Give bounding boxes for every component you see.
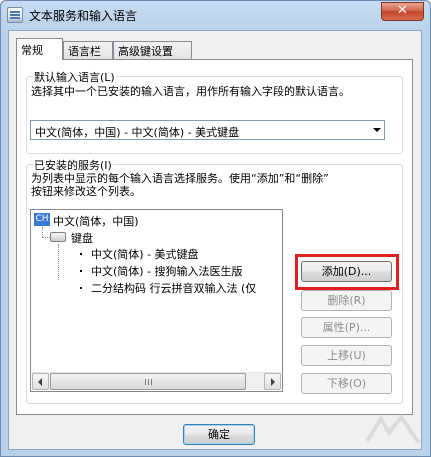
window-title: 文本服务和输入语言	[29, 9, 138, 23]
tab-general[interactable]: 常规	[16, 38, 63, 60]
ok-button[interactable]: 确定	[183, 424, 255, 445]
installed-services-description-2: 按钮来修改这个列表。	[31, 185, 141, 198]
tree-connector	[58, 244, 59, 280]
tab-advanced-key-settings[interactable]: 高级键设置	[113, 41, 192, 59]
scroll-thumb[interactable]	[50, 373, 246, 390]
arrow-left-icon	[38, 378, 42, 386]
grip-icon	[145, 379, 152, 385]
default-language-description: 选择其中一个已安装的输入语言，用作所有输入字段的默认语言。	[31, 85, 350, 98]
keyboard-icon	[50, 232, 66, 242]
dialog-window: 文本服务和输入语言 ✕ 常规 语言栏 高级键设置 默认输入语言(L) 选择其中一…	[0, 0, 431, 457]
horizontal-scrollbar[interactable]	[32, 372, 281, 390]
tree-connector	[42, 227, 43, 237]
tree-category-node[interactable]: 键盘	[71, 230, 93, 246]
installed-services-group: 已安装的服务(I) 为列表中显示的每个输入语言选择服务。使用“添加”和“删除” …	[26, 157, 403, 404]
text-services-icon	[7, 7, 23, 23]
scroll-right-button[interactable]	[264, 373, 281, 390]
move-up-button[interactable]: 上移(U)	[301, 345, 392, 366]
bullet-icon	[80, 270, 82, 272]
default-language-label: 默认输入语言(L)	[33, 69, 116, 85]
default-language-select[interactable]: 中文(简体，中国) - 中文(简体) - 美式键盘	[30, 120, 385, 140]
services-tree[interactable]: CH 中文(简体，中国) 键盘 中文(简体) - 美式键盘 中文(简体) - 搜…	[30, 209, 283, 392]
bullet-icon	[80, 287, 82, 289]
arrow-right-icon	[271, 378, 275, 386]
watermark-icon	[365, 413, 421, 445]
chevron-down-icon	[373, 128, 381, 132]
scroll-left-button[interactable]	[32, 373, 49, 390]
title-bar[interactable]: 文本服务和输入语言 ✕	[1, 1, 430, 29]
installed-services-label: 已安装的服务(I)	[33, 157, 113, 173]
properties-button[interactable]: 属性(P)...	[301, 317, 392, 338]
language-badge-icon: CH	[34, 213, 50, 226]
tree-connector	[42, 237, 50, 238]
tree-service-item[interactable]: 中文(简体) - 美式键盘	[91, 246, 199, 262]
default-language-group: 默认输入语言(L) 选择其中一个已安装的输入语言，用作所有输入字段的默认语言。 …	[26, 69, 403, 154]
default-language-value: 中文(简体，中国) - 中文(简体) - 美式键盘	[35, 126, 240, 139]
dialog-client: 常规 语言栏 高级键设置 默认输入语言(L) 选择其中一个已安装的输入语言，用作…	[8, 30, 422, 450]
tab-language-bar[interactable]: 语言栏	[63, 41, 113, 59]
remove-button[interactable]: 删除(R)	[301, 290, 392, 311]
tree-service-item[interactable]: 中文(简体) - 搜狗输入法医生版	[91, 263, 243, 279]
highlight-frame	[295, 254, 399, 290]
tree-service-item[interactable]: 二分结构码 行云拼音双输入法 (仅	[91, 280, 256, 296]
tree-language-node[interactable]: 中文(简体，中国)	[53, 213, 139, 229]
tab-panel-general: 默认输入语言(L) 选择其中一个已安装的输入语言，用作所有输入字段的默认语言。 …	[16, 59, 413, 415]
bullet-icon	[80, 253, 82, 255]
move-down-button[interactable]: 下移(O)	[301, 373, 392, 394]
close-button[interactable]: ✕	[381, 2, 424, 21]
installed-services-description-1: 为列表中显示的每个输入语言选择服务。使用“添加”和“删除”	[31, 172, 329, 185]
